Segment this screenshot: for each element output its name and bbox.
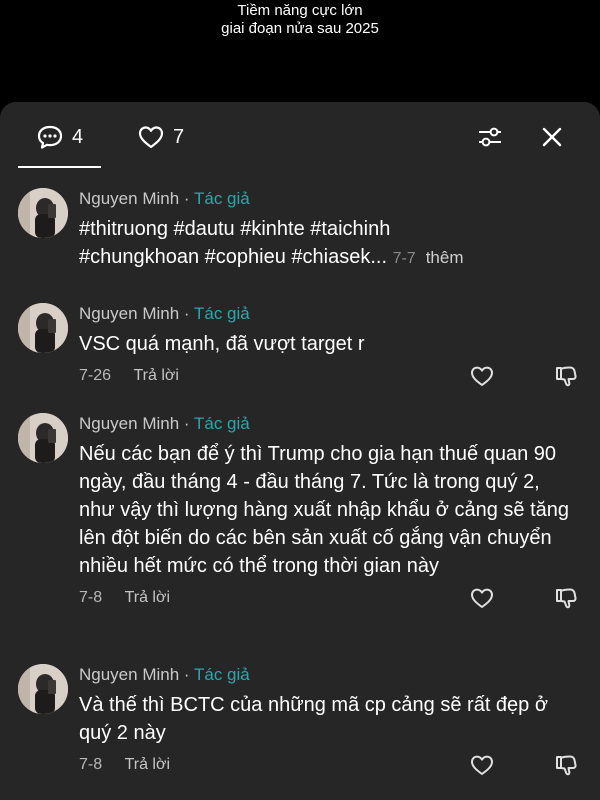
comment-count: 4 (72, 125, 84, 148)
avatar-photo (18, 664, 68, 714)
comment-body: Nguyen Minh · Tác giả VSC quá mạnh, đã v… (79, 303, 579, 390)
dislike-comment-button[interactable] (553, 753, 579, 777)
author-badge: Tác giả (194, 414, 250, 433)
author-badge: Tác giả (194, 304, 250, 323)
tab-comments[interactable]: 4 (36, 122, 83, 152)
comment-text: #thitruong #dautu #kinhte #taichinh #chu… (79, 215, 579, 273)
author-name[interactable]: Nguyen Minh (79, 189, 179, 208)
comment-text-line-2-content: #chungkhoan #cophieu #chiasek... (79, 246, 388, 268)
video-caption: Tiềm năng cực lớn giai đoạn nửa sau 2025 (0, 2, 600, 38)
avatar[interactable] (18, 303, 68, 353)
video-area: Tiềm năng cực lớn giai đoạn nửa sau 2025 (0, 0, 600, 110)
separator-dot: · (183, 665, 190, 684)
heart-outline-icon (471, 366, 493, 386)
dislike-comment-button[interactable] (553, 586, 579, 610)
avatar[interactable] (18, 413, 68, 463)
comment-icon (37, 125, 63, 149)
comment-meta: 7-8 Trả lời (79, 751, 579, 779)
heart-outline-icon (471, 588, 493, 608)
author-name[interactable]: Nguyen Minh (79, 304, 179, 323)
comment-body: Nguyen Minh · Tác giả Nếu các bạn để ý t… (79, 413, 579, 612)
reply-button[interactable]: Trả lời (133, 367, 178, 384)
close-button[interactable] (537, 122, 567, 152)
reply-button[interactable]: Trả lời (125, 589, 170, 606)
author-line: Nguyen Minh · Tác giả (79, 664, 579, 686)
filter-button[interactable] (475, 122, 505, 152)
tab-likes[interactable]: 7 (137, 122, 184, 152)
separator-dot: · (183, 414, 190, 433)
thumbs-down-icon (556, 588, 577, 609)
comment-meta: 7-26 Trả lời (79, 362, 579, 390)
caption-line-2: giai đoạn nửa sau 2025 (221, 20, 379, 37)
sheet-header: 4 7 (0, 102, 600, 168)
thumbs-down-icon (556, 366, 577, 387)
comment-date: 7-7 (392, 250, 416, 267)
author-name[interactable]: Nguyen Minh (79, 665, 179, 684)
comment-date: 7-8 (79, 589, 103, 606)
close-icon (542, 127, 562, 147)
comment-body: Nguyen Minh · Tác giả #thitruong #dautu … (79, 188, 579, 273)
avatar-photo (18, 188, 68, 238)
comment-date: 7-8 (79, 756, 103, 773)
author-badge: Tác giả (194, 665, 250, 684)
comment-date: 7-26 (79, 367, 112, 384)
avatar-photo (18, 413, 68, 463)
comment-text: Và thế thì BCTC của những mã cp cảng sẽ … (79, 694, 548, 744)
see-more-link[interactable]: thêm (426, 248, 464, 267)
comments-sheet: 4 7 Nguyen Minh · Tác giả #thitruong #da… (0, 102, 600, 800)
active-tab-indicator (18, 166, 101, 168)
author-line: Nguyen Minh · Tác giả (79, 188, 579, 210)
caption-line-1: Tiềm năng cực lớn (237, 2, 363, 19)
author-line: Nguyen Minh · Tác giả (79, 303, 579, 325)
comment-text: Nếu các bạn để ý thì Trump cho gia hạn t… (79, 443, 569, 577)
heart-outline-icon (471, 755, 493, 775)
filter-icon (479, 127, 501, 147)
comment-text-line-2: #chungkhoan #cophieu #chiasek... 7-7 thêm (79, 243, 579, 273)
author-badge: Tác giả (194, 189, 250, 208)
author-line: Nguyen Minh · Tác giả (79, 413, 579, 435)
comment-text-line-1: #thitruong #dautu #kinhte #taichinh (79, 218, 391, 240)
separator-dot: · (183, 304, 190, 323)
author-name[interactable]: Nguyen Minh (79, 414, 179, 433)
heart-icon (138, 126, 164, 149)
comment-meta: 7-8 Trả lời (79, 584, 579, 612)
like-comment-button[interactable] (469, 586, 495, 610)
like-comment-button[interactable] (469, 753, 495, 777)
avatar[interactable] (18, 664, 68, 714)
thumbs-down-icon (556, 755, 577, 776)
like-comment-button[interactable] (469, 364, 495, 388)
comment-text: VSC quá mạnh, đã vượt target r (79, 333, 365, 355)
avatar-photo (18, 303, 68, 353)
like-count: 7 (173, 125, 185, 148)
avatar[interactable] (18, 188, 68, 238)
reply-button[interactable]: Trả lời (125, 756, 170, 773)
separator-dot: · (183, 189, 190, 208)
comment-body: Nguyen Minh · Tác giả Và thế thì BCTC củ… (79, 664, 579, 779)
dislike-comment-button[interactable] (553, 364, 579, 388)
